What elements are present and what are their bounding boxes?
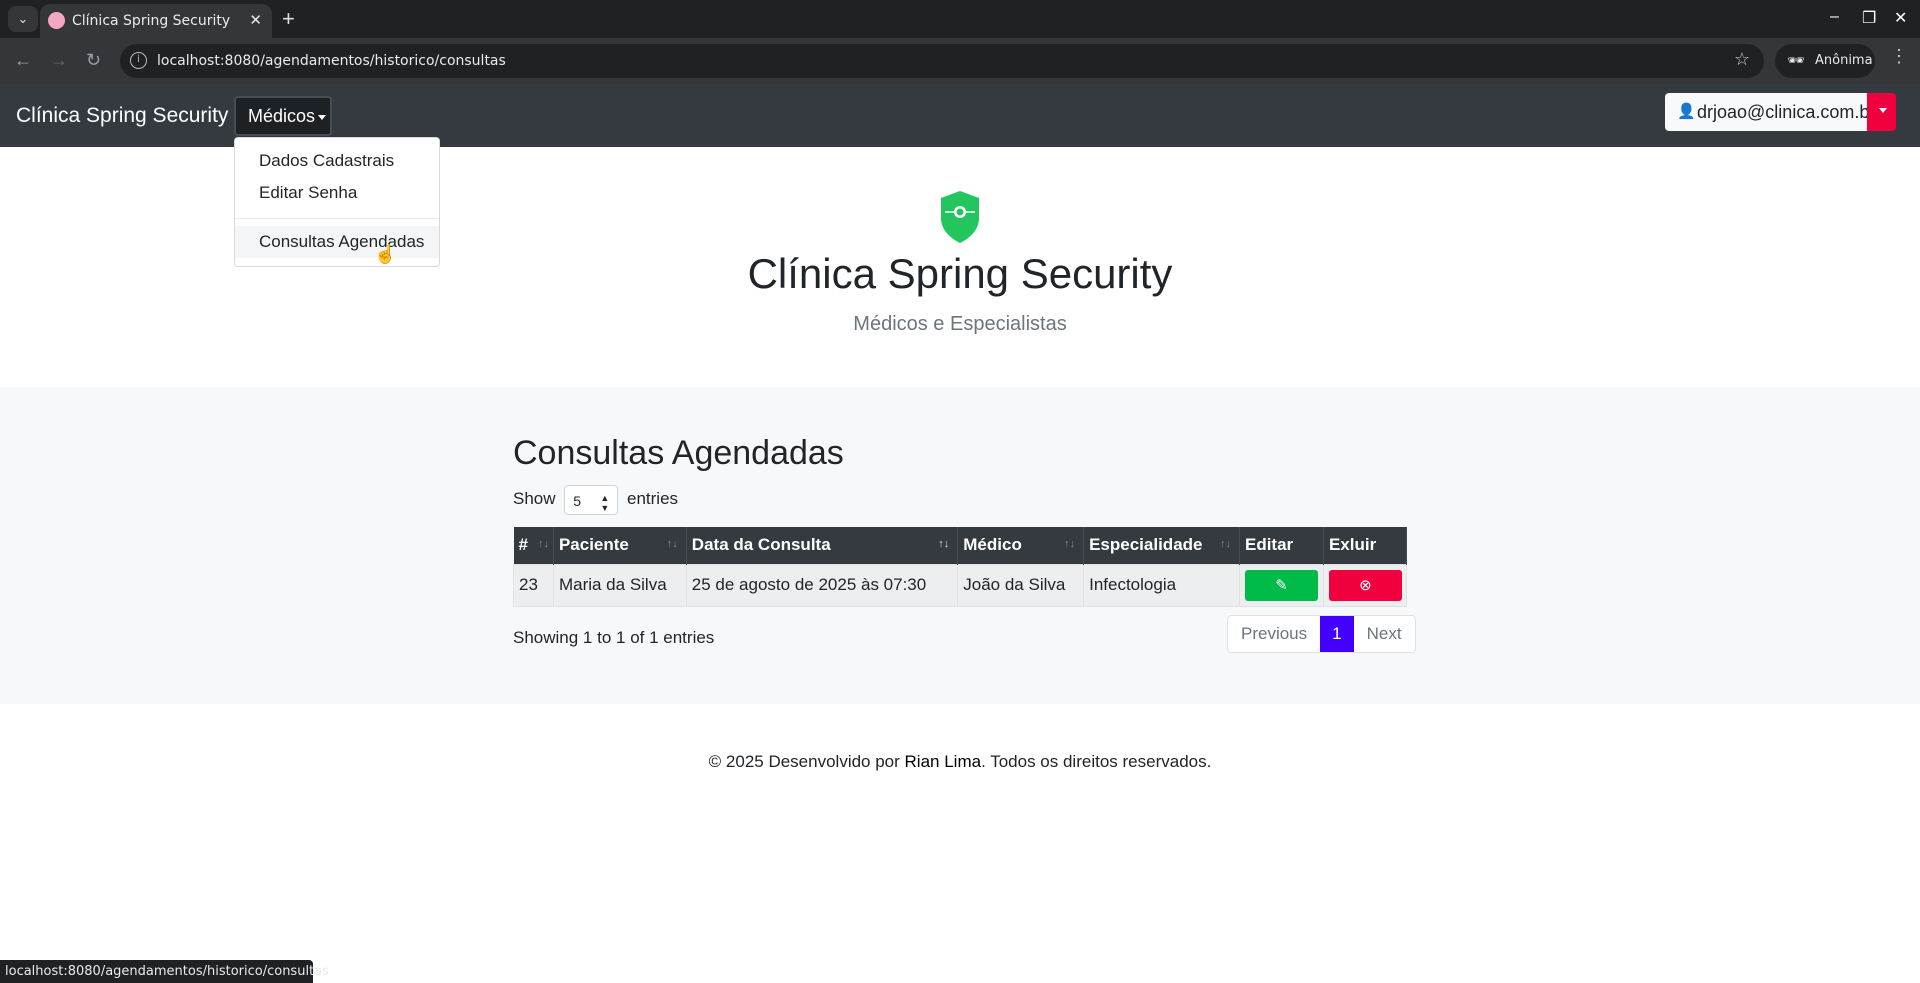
new-tab-button[interactable]: + <box>282 6 295 32</box>
user-icon: 👤 <box>1677 103 1696 120</box>
table-info: Showing 1 to 1 of 1 entries <box>513 628 715 647</box>
table-header-row: # ↑↓ Paciente ↑↓ Data da Consulta ↑↓ Médico… <box>513 527 1408 564</box>
dropdown-item-editar-senha[interactable]: Editar Senha <box>235 177 439 209</box>
hero-subtitle: Médicos e Especialistas <box>853 313 1067 335</box>
minimize-button[interactable]: – <box>1830 8 1839 26</box>
hand-cursor-icon: ☝ <box>374 244 397 264</box>
sort-icon: ↑↓ <box>1219 538 1231 550</box>
user-button[interactable]: 👤 drjoao@clinica.com.br <box>1665 93 1875 131</box>
close-tab-icon[interactable]: ✕ <box>249 11 262 29</box>
footer: © 2025 Desenvolvido por Rian Lima. Todos… <box>0 752 1920 772</box>
incognito-profile-button[interactable]: 🕶 Anônima <box>1775 44 1875 78</box>
bookmark-star-icon[interactable]: ☆ <box>1734 49 1750 70</box>
column-header-medico[interactable]: Médico ↑↓ <box>957 527 1085 564</box>
header-label: Data da Consulta <box>691 535 831 555</box>
browser-tab[interactable]: Clínica Spring Security ✕ <box>40 4 272 38</box>
header-label: # <box>518 535 528 555</box>
page-length-control: Show 5 ▲ ▼ entries <box>513 484 678 515</box>
cell-excluir: ⊗ <box>1322 563 1408 607</box>
column-header-paciente[interactable]: Paciente ↑↓ <box>553 527 687 564</box>
cell-id: 23 <box>513 563 554 607</box>
cell-editar: ✎ <box>1238 563 1324 607</box>
header-label: Especialidade <box>1089 535 1203 555</box>
column-header-id[interactable]: # ↑↓ <box>513 527 554 564</box>
dropdown-item-consultas-agendadas[interactable]: Consultas Agendadas <box>235 226 439 258</box>
footer-author-link[interactable]: Rian Lima <box>905 752 982 771</box>
column-header-especialidade[interactable]: Especialidade ↑↓ <box>1083 527 1240 564</box>
browser-menu-icon[interactable]: ⋮ <box>1890 46 1908 67</box>
footer-prefix: © 2025 Desenvolvido por <box>708 752 905 771</box>
times-circle-icon: ⊗ <box>1359 576 1372 594</box>
cell-paciente: Maria da Silva <box>552 563 687 607</box>
edit-button[interactable]: ✎ <box>1244 569 1318 601</box>
table-row: 23 Maria da Silva 25 de agosto de 2025 à… <box>513 563 1408 607</box>
close-window-button[interactable]: ✕ <box>1894 8 1907 28</box>
header-label: Médico <box>963 535 1022 555</box>
consultas-table: # ↑↓ Paciente ↑↓ Data da Consulta ↑↓ Médico… <box>513 527 1408 607</box>
sort-desc-icon: ↑↓ <box>938 538 950 550</box>
back-icon[interactable]: ← <box>14 50 32 71</box>
column-header-editar: Editar <box>1239 527 1324 564</box>
caret-down-icon <box>1879 108 1887 114</box>
shield-logo-icon <box>941 191 979 243</box>
address-toolbar: ← → ↻ i localhost:8080/agendamentos/hist… <box>0 38 1920 84</box>
pagination: Previous 1 Next <box>1227 615 1416 653</box>
page-size-value: 5 <box>573 492 582 509</box>
sort-icon: ↑↓ <box>1064 538 1076 550</box>
medicos-dropdown-menu: Dados Cadastrais Editar Senha Consultas … <box>234 137 440 267</box>
column-header-data[interactable]: Data da Consulta ↑↓ <box>686 527 959 564</box>
user-dropdown-toggle[interactable] <box>1867 93 1896 131</box>
pagination-page-1[interactable]: 1 <box>1320 616 1354 652</box>
page-size-select[interactable]: 5 ▲ ▼ <box>564 484 619 515</box>
medicos-dropdown-toggle[interactable]: Médicos <box>234 96 332 136</box>
tab-title: Clínica Spring Security <box>72 13 231 29</box>
url-text: localhost:8080/agendamentos/historico/co… <box>157 53 506 69</box>
profile-label: Anônima <box>1815 53 1873 68</box>
show-label: Show <box>513 489 556 508</box>
cell-especialidade: Infectologia <box>1083 563 1240 607</box>
site-info-icon[interactable]: i <box>130 52 147 69</box>
cell-medico: João da Silva <box>957 563 1085 607</box>
cell-data: 25 de agosto de 2025 às 07:30 <box>685 563 959 607</box>
dropdown-item-dados-cadastrais[interactable]: Dados Cadastrais <box>235 145 439 177</box>
favicon-icon <box>48 12 65 29</box>
header-label: Paciente <box>558 535 629 555</box>
dropdown-divider <box>235 218 439 219</box>
sort-icon: ↑↓ <box>537 538 549 550</box>
caret-down-icon <box>318 114 327 120</box>
pagination-previous[interactable]: Previous <box>1228 616 1320 652</box>
edit-icon: ✎ <box>1275 576 1288 594</box>
user-email: drjoao@clinica.com.br <box>1697 102 1876 122</box>
pagination-next[interactable]: Next <box>1354 616 1415 652</box>
address-bar[interactable]: i localhost:8080/agendamentos/historico/… <box>120 44 1764 78</box>
entries-label: entries <box>627 489 679 508</box>
sort-icon: ↑↓ <box>666 538 678 550</box>
restore-button[interactable]: ❐ <box>1862 8 1876 28</box>
navbar-brand[interactable]: Clínica Spring Security <box>16 104 228 128</box>
incognito-icon: 🕶 <box>1787 53 1805 69</box>
tab-search-button[interactable]: ⌄ <box>8 6 38 32</box>
forward-icon[interactable]: → <box>50 50 68 71</box>
status-bar-url: localhost:8080/agendamentos/historico/co… <box>0 960 329 983</box>
medicos-label: Médicos <box>248 106 316 126</box>
column-header-exluir: Exluir <box>1323 527 1408 564</box>
delete-button[interactable]: ⊗ <box>1328 569 1402 601</box>
user-split-button[interactable]: 👤 drjoao@clinica.com.br <box>1665 93 1896 131</box>
reload-icon[interactable]: ↻ <box>86 50 101 71</box>
footer-suffix: . Todos os direitos reservados. <box>981 752 1212 771</box>
select-arrows-icon: ▲ ▼ <box>600 492 610 513</box>
page-heading: Consultas Agendadas <box>513 434 844 472</box>
